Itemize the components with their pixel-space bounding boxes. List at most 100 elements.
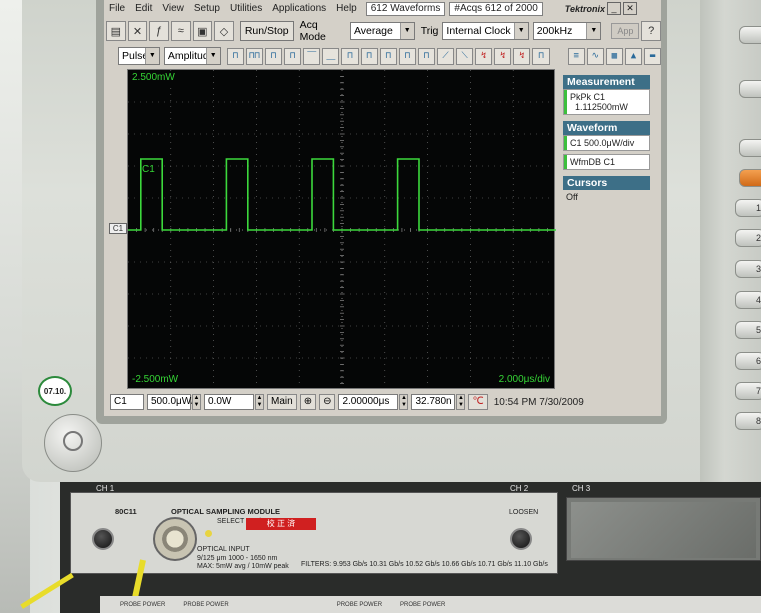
run-stop-button[interactable]: Run/Stop	[239, 21, 294, 41]
close-button[interactable]: ✕	[622, 2, 637, 15]
measure-type-dropdown[interactable]: Pulse ▼	[118, 47, 160, 65]
front-button-orange[interactable]	[739, 169, 761, 187]
trace-color-bar	[564, 136, 567, 150]
offset-spinner[interactable]: ▲ ▼	[255, 394, 264, 410]
tools-icon[interactable]: ✕	[127, 21, 148, 41]
persist-icon[interactable]: ▬	[644, 47, 661, 65]
measure-icon[interactable]: ≈	[170, 21, 191, 41]
horizontal-scale-field[interactable]: 2.00000μs	[338, 394, 399, 410]
amplitude-icon[interactable]: ⊓	[398, 47, 416, 65]
menu-bar: File Edit View Setup Utilities Applicati…	[104, 0, 661, 17]
measurement-readout[interactable]: PkPk C1 1.112500mW	[563, 89, 650, 115]
display-mode-icon[interactable]: ≡	[567, 47, 585, 65]
pulse-width-icon[interactable]: ⊓	[264, 47, 283, 65]
high-level-icon[interactable]: ⎺	[303, 47, 321, 65]
pulse-period-icon[interactable]: ⊓	[284, 47, 302, 65]
trace-color-bar	[564, 90, 567, 114]
pulse-measure-icon[interactable]: ⊓	[226, 47, 244, 65]
front-button-3[interactable]: 3	[735, 260, 761, 278]
zoom-in-icon[interactable]: ⊕	[299, 394, 317, 410]
print-icon[interactable]: ▤	[106, 21, 126, 41]
menu-view[interactable]: View	[157, 3, 189, 14]
math-icon[interactable]: ƒ	[149, 21, 169, 41]
horizontal-scale-spinner[interactable]: ▲ ▼	[399, 394, 409, 410]
rate-dropdown[interactable]: 200kHz ▼	[532, 22, 602, 40]
probe-power-label: PROBE POWER	[336, 601, 383, 608]
main-toolbar: ▤ ✕ ƒ ≈ ▣ ◇ Run/Stop Acq Mode Average ▼ …	[104, 18, 661, 44]
trace-color-bar	[564, 155, 567, 169]
eraser-icon[interactable]: ◇	[214, 21, 234, 41]
neg-overshoot-icon[interactable]: ↯	[494, 47, 512, 65]
fall-time-icon[interactable]: ⟍	[456, 47, 474, 65]
pulse-skew-icon[interactable]: ↯	[513, 47, 531, 65]
waveform-scale-readout[interactable]: C1 500.0μW/div	[563, 135, 650, 151]
vertical-scale-spinner[interactable]: ▲ ▼	[192, 394, 201, 410]
measurement-line1: PkPk C1	[570, 92, 606, 102]
waveform-icon[interactable]: ∿	[586, 47, 604, 65]
probe-power-label: PROBE POWER	[120, 601, 166, 608]
trig-dropdown[interactable]: Internal Clock ▼	[442, 22, 529, 40]
screen-icon[interactable]: ▣	[192, 21, 213, 41]
help-icon[interactable]: ?	[641, 21, 661, 41]
front-button-upper[interactable]	[739, 80, 761, 98]
temperature-icon[interactable]: ℃	[468, 394, 488, 410]
channel-select[interactable]: C1	[110, 394, 144, 410]
menu-help[interactable]: Help	[331, 3, 362, 14]
front-button-mid[interactable]	[739, 139, 761, 157]
front-button-8[interactable]: 8	[735, 412, 761, 430]
pulse-train-icon[interactable]: ⊓⊓	[245, 47, 263, 65]
rise-time-icon[interactable]: ⟋	[436, 47, 455, 65]
chevron-down-icon: ▼	[399, 23, 414, 39]
timebase-label: 2.000μs/div	[498, 374, 550, 385]
position-spinner[interactable]: ▲ ▼	[456, 394, 466, 410]
duty-cycle-icon[interactable]: ⊓	[379, 47, 397, 65]
menu-file[interactable]: File	[104, 3, 130, 14]
date-time: 10:54 PM 7/30/2009	[493, 396, 584, 408]
app-button[interactable]: App	[611, 23, 640, 39]
power-button[interactable]	[44, 414, 102, 472]
optical-input-connector[interactable]	[153, 517, 197, 561]
acq-mode-label: Acq Mode	[299, 19, 326, 43]
front-button-1[interactable]: 1	[735, 199, 761, 217]
trace-channel-label: C1	[142, 164, 155, 175]
burst-icon[interactable]: ⊓	[360, 47, 378, 65]
chevron-down-icon: ▼	[513, 23, 528, 39]
vertical-scale-field[interactable]: 500.0μW/	[147, 394, 194, 410]
front-button-5[interactable]: 5	[735, 321, 761, 339]
chevron-down-icon: ▼	[586, 23, 601, 39]
chevron-down-icon: ▼	[205, 48, 220, 64]
front-button-4[interactable]: 4	[735, 291, 761, 309]
channel-ground-marker[interactable]: C1	[109, 223, 127, 234]
crossing-icon[interactable]: ⊓	[417, 47, 435, 65]
front-button-2[interactable]: 2	[735, 229, 761, 247]
pos-overshoot-icon[interactable]: ↯	[475, 47, 493, 65]
delay-icon[interactable]: ⊓	[532, 47, 550, 65]
front-button-top[interactable]	[739, 26, 761, 44]
offset-field[interactable]: 0.0W	[204, 394, 254, 410]
front-button-7[interactable]: 7	[735, 382, 761, 400]
status-led	[205, 530, 212, 537]
rate-value: 200kHz	[536, 25, 573, 37]
ch3-label: CH 3	[572, 484, 591, 493]
waveform-scale: C1 500.0μW/div	[570, 138, 635, 148]
menu-utilities[interactable]: Utilities	[225, 3, 267, 14]
minimize-button[interactable]: _	[606, 2, 621, 15]
pulse-count-icon[interactable]: ⊓	[341, 47, 359, 65]
histogram-icon[interactable]: ▦	[605, 47, 623, 65]
position-field[interactable]: 32.780n	[411, 394, 456, 410]
chevron-down-icon: ▼	[144, 48, 159, 64]
ch2-lock-knob[interactable]	[510, 528, 532, 550]
measure-param-dropdown[interactable]: Amplitude ▼	[163, 47, 221, 65]
ch1-lock-knob[interactable]	[92, 528, 114, 550]
menu-setup[interactable]: Setup	[189, 3, 225, 14]
main-button[interactable]: Main	[267, 394, 297, 410]
acq-mode-dropdown[interactable]: Average ▼	[349, 22, 415, 40]
low-level-icon[interactable]: ⎽	[322, 47, 340, 65]
waveform-display[interactable]: 2.500mW -2.500mW 2.000μs/div C1	[127, 69, 556, 390]
zoom-out-icon[interactable]: ⊖	[319, 394, 336, 410]
eye-icon[interactable]: ▲	[624, 47, 643, 65]
menu-applications[interactable]: Applications	[267, 3, 331, 14]
menu-edit[interactable]: Edit	[130, 3, 157, 14]
waveform-db-readout[interactable]: WfmDB C1	[563, 154, 650, 170]
front-button-6[interactable]: 6	[735, 352, 761, 370]
